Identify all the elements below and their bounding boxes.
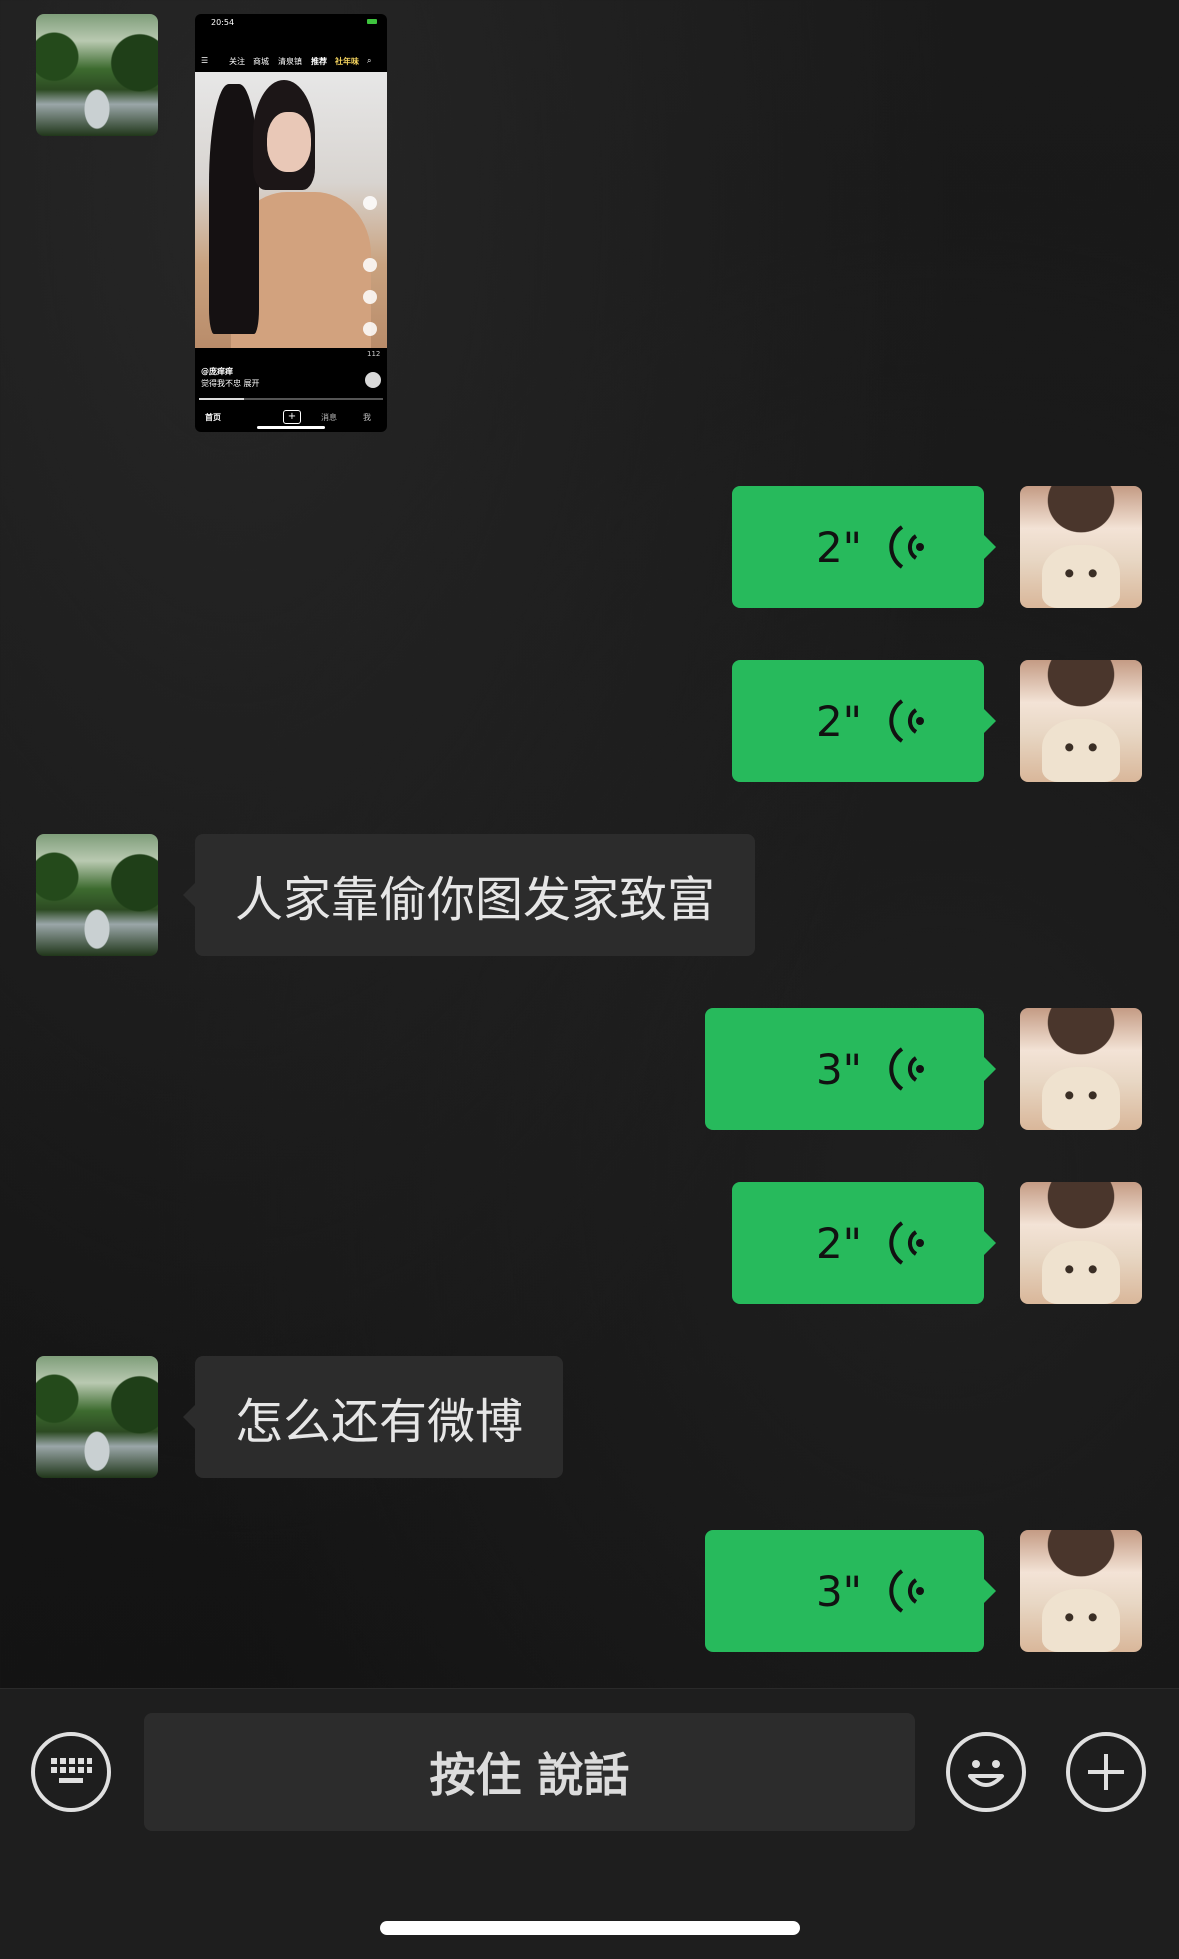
thumbnail-caption-text: 觉得我不忠 xyxy=(201,379,241,388)
message-text: 人家靠偷你图发家致富 xyxy=(235,872,716,928)
message-text: 怎么还有微博 xyxy=(235,1394,524,1450)
input-bar: 按住 說話 xyxy=(0,1688,1179,1959)
thumbnail-tab: 清泉镇 xyxy=(278,57,302,66)
voice-duration: 3" xyxy=(815,1566,862,1616)
voice-wave-icon xyxy=(889,1569,924,1613)
thumbnail-caption: @庞痒痒 觉得我不忠 展开 xyxy=(201,366,260,390)
voice-wave-icon xyxy=(889,1221,924,1265)
contact-avatar[interactable] xyxy=(36,834,158,956)
thumbnail-nav-plus: + xyxy=(283,410,301,424)
voice-wave-icon xyxy=(889,525,924,569)
thumbnail-home-indicator xyxy=(257,426,325,429)
music-disc-icon xyxy=(365,372,381,388)
my-avatar[interactable] xyxy=(1020,1008,1142,1130)
my-avatar[interactable] xyxy=(1020,486,1142,608)
thumbnail-author: @庞痒痒 xyxy=(201,367,233,376)
voice-wave-icon xyxy=(889,699,924,743)
hold-to-talk-button[interactable]: 按住 說話 xyxy=(144,1713,915,1831)
more-button[interactable] xyxy=(1066,1732,1146,1812)
shared-image-message[interactable]: 20:54 ☰ 关注 商城 清泉镇 推荐 社年味 ⌕ 112 @庞痒痒 觉得我不… xyxy=(195,14,387,432)
thumbnail-tab: 商城 xyxy=(253,57,269,66)
comment-icon xyxy=(363,258,377,272)
my-avatar[interactable] xyxy=(1020,660,1142,782)
contact-avatar[interactable] xyxy=(36,14,158,136)
thumbnail-progress xyxy=(199,398,383,400)
voice-message[interactable]: 3" xyxy=(705,1008,996,1130)
voice-duration: 3" xyxy=(815,1044,862,1094)
home-indicator xyxy=(380,1921,800,1935)
voice-duration: 2" xyxy=(815,1218,862,1268)
author-avatar-icon xyxy=(363,196,377,210)
battery-icon xyxy=(367,19,377,24)
voice-message[interactable]: 2" xyxy=(732,486,996,608)
plus-icon xyxy=(1088,1754,1124,1790)
text-message[interactable]: 怎么还有微博 xyxy=(182,1356,564,1478)
text-message[interactable]: 人家靠偷你图发家致富 xyxy=(182,834,756,956)
search-icon: ⌕ xyxy=(367,56,372,65)
star-icon xyxy=(363,290,377,304)
my-avatar[interactable] xyxy=(1020,1182,1142,1304)
thumbnail-caption-more: 展开 xyxy=(243,379,260,388)
my-avatar[interactable] xyxy=(1020,1530,1142,1652)
contact-avatar[interactable] xyxy=(36,1356,158,1478)
voice-message[interactable]: 3" xyxy=(705,1530,996,1652)
thumbnail-nav-me: 我 xyxy=(363,413,371,422)
thumbnail-tab: 关注 xyxy=(229,57,245,66)
voice-message[interactable]: 2" xyxy=(732,1182,996,1304)
keyboard-icon xyxy=(51,1758,92,1783)
emoji-icon xyxy=(968,1760,1004,1787)
keyboard-button[interactable] xyxy=(31,1732,111,1812)
voice-duration: 2" xyxy=(815,522,862,572)
thumbnail-time: 20:54 xyxy=(211,18,235,27)
voice-message[interactable]: 2" xyxy=(732,660,996,782)
share-count: 112 xyxy=(367,350,381,358)
thumbnail-tab: 社年味 xyxy=(335,57,359,66)
thumbnail-nav-home: 首页 xyxy=(205,413,221,422)
menu-icon: ☰ xyxy=(201,56,209,65)
voice-duration: 2" xyxy=(815,696,862,746)
thumbnail-status-bar: 20:54 xyxy=(195,14,387,28)
thumbnail-tab: 推荐 xyxy=(311,57,327,66)
voice-wave-icon xyxy=(889,1047,924,1091)
thumbnail-video-frame xyxy=(195,72,387,348)
emoji-button[interactable] xyxy=(946,1732,1026,1812)
chat-area[interactable]: 20:54 ☰ 关注 商城 清泉镇 推荐 社年味 ⌕ 112 @庞痒痒 觉得我不… xyxy=(0,0,1179,1688)
share-icon xyxy=(363,322,377,336)
thumbnail-nav-messages: 消息 xyxy=(321,413,337,422)
thumbnail-top-tabs: ☰ 关注 商城 清泉镇 推荐 社年味 ⌕ xyxy=(195,48,387,68)
